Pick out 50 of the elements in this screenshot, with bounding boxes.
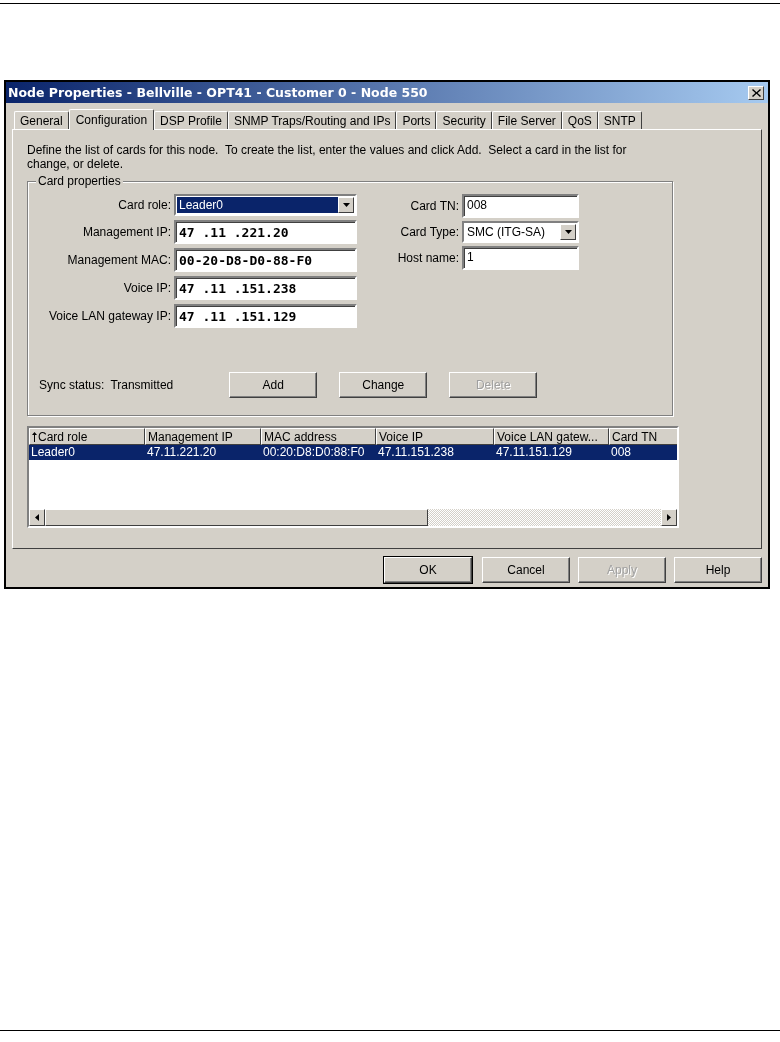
- sync-status-label: Sync status:: [39, 378, 105, 392]
- field-label: Management MAC:: [66, 253, 171, 267]
- field-label: Card role:: [117, 198, 171, 212]
- dropdown-arrow-icon: [342, 203, 350, 207]
- dialog-button[interactable]: Help: [674, 557, 762, 583]
- tab[interactable]: SNTP: [597, 111, 642, 129]
- tab[interactable]: Security: [436, 111, 492, 129]
- column-header[interactable]: Card TN: [609, 428, 677, 445]
- table-row[interactable]: Leader0 47.11.221.20 00:20:D8:D0:88:F0 47.11.151.238 47.11.151.129 008: [29, 445, 677, 460]
- horizontal-scrollbar[interactable]: [29, 509, 677, 526]
- sync-status-value: Transmitted: [110, 378, 174, 392]
- card-action-button[interactable]: Change: [339, 372, 428, 398]
- field-label: Card Type:: [399, 225, 459, 239]
- sort-arrow-icon: [32, 431, 37, 442]
- dropdown-arrow-icon: [564, 230, 572, 234]
- input-field[interactable]: 1: [462, 246, 579, 270]
- description-text: Define the list of cards for this node. To create the list, enter the values and click Add. Select a card in the list for change, or delete.: [27, 143, 628, 171]
- dropdown[interactable]: SMC (ITG-SA): [462, 221, 579, 243]
- tab[interactable]: Configuration: [68, 109, 155, 130]
- field-label: Voice IP:: [122, 281, 171, 295]
- input-field[interactable]: 008: [462, 194, 579, 218]
- field-label: Voice LAN gateway IP:: [47, 309, 171, 323]
- input-field[interactable]: 00-20-D8-D0-88-F0: [174, 248, 357, 272]
- dialog-button[interactable]: Cancel: [482, 557, 570, 583]
- scroll-left-icon: [35, 514, 39, 521]
- field-label: Management IP:: [81, 225, 171, 239]
- input-field[interactable]: 47 .11 .151.129: [174, 304, 357, 328]
- window-title: Node Properties - Bellville - OPT41 - Customer 0 - Node 550: [8, 85, 428, 100]
- dropdown[interactable]: Leader0: [174, 194, 357, 216]
- column-header[interactable]: Voice IP: [376, 428, 494, 445]
- close-icon: [751, 88, 761, 97]
- column-header[interactable]: MAC address: [261, 428, 376, 445]
- tab[interactable]: File Server: [491, 111, 562, 129]
- field-label: Card TN:: [409, 199, 459, 213]
- tab[interactable]: SNMP Traps/Routing and IPs: [227, 111, 397, 129]
- dialog-button[interactable]: OK: [384, 557, 472, 583]
- column-header[interactable]: Management IP: [145, 428, 261, 445]
- field-label: Host name:: [396, 251, 459, 265]
- scroll-right-icon: [667, 514, 671, 521]
- group-title: Card properties: [36, 174, 123, 188]
- tab[interactable]: DSP Profile: [154, 111, 228, 129]
- tab[interactable]: QoS: [561, 111, 598, 129]
- tab[interactable]: Ports: [396, 111, 437, 129]
- input-field[interactable]: 47 .11 .221.20: [174, 220, 357, 244]
- column-header[interactable]: Card role: [29, 428, 145, 445]
- close-button[interactable]: [748, 85, 764, 100]
- card-action-button[interactable]: Add: [229, 372, 318, 398]
- input-field[interactable]: 47 .11 .151.238: [174, 276, 357, 300]
- tab[interactable]: General: [14, 111, 69, 129]
- column-header[interactable]: Voice LAN gatew...: [494, 428, 609, 445]
